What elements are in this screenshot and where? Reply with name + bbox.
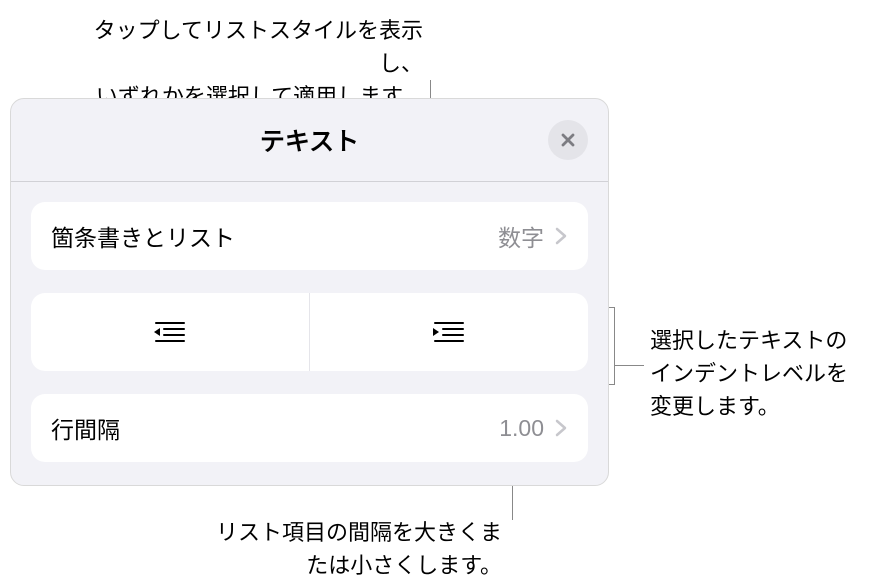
- close-icon: [559, 131, 577, 149]
- callout-bracket-cap: [608, 384, 615, 385]
- text-format-panel: テキスト 箇条書きとリスト 数字: [10, 98, 609, 486]
- indent-button[interactable]: [310, 293, 588, 371]
- outdent-button[interactable]: [31, 293, 310, 371]
- panel-title: テキスト: [260, 122, 359, 158]
- list-style-row[interactable]: 箇条書きとリスト 数字: [31, 202, 588, 270]
- panel-body: 箇条書きとリスト 数字: [11, 182, 608, 486]
- list-style-value: 数字: [498, 219, 544, 253]
- outdent-icon: [152, 318, 188, 346]
- callout-line-spacing: リスト項目の間隔を大きくまたは小さくします。: [215, 516, 502, 582]
- list-style-label: 箇条書きとリスト: [51, 219, 498, 253]
- line-spacing-value: 1.00: [499, 415, 544, 442]
- callout-leader-line: [614, 365, 644, 366]
- indent-controls: [31, 293, 588, 371]
- chevron-right-icon: [554, 418, 568, 438]
- callout-bracket: [614, 307, 615, 385]
- panel-header: テキスト: [11, 99, 608, 182]
- chevron-right-icon: [554, 226, 568, 246]
- line-spacing-label: 行間隔: [51, 411, 499, 445]
- line-spacing-row[interactable]: 行間隔 1.00: [31, 394, 588, 462]
- indent-icon: [431, 318, 467, 346]
- callout-bracket-cap: [608, 307, 615, 308]
- close-button[interactable]: [548, 120, 588, 160]
- callout-indent: 選択したテキストのインデントレベルを変更します。: [650, 324, 880, 423]
